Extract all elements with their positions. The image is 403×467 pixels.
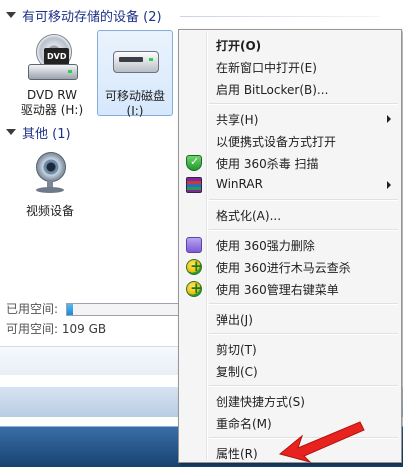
menu-separator <box>209 103 398 105</box>
menu-item-label: 以便携式设备方式打开 <box>216 135 337 149</box>
status-free: 可用空间: 109 GB <box>6 320 206 337</box>
menu-item-label: 在新窗口中打开(E) <box>216 61 317 75</box>
menu-separator <box>209 199 398 201</box>
webcam-icon <box>20 150 80 202</box>
menu-item[interactable]: 剪切(T) <box>181 338 399 360</box>
drive-dvd-rw[interactable]: DVD DVD RW 驱动器 (H:) <box>14 30 90 117</box>
menu-item-label: 复制(C) <box>216 365 258 379</box>
menu-item-label: 使用 360进行木马云查杀 <box>216 261 351 275</box>
menu-separator <box>209 333 398 335</box>
drive-sub: 驱动器 (H:) <box>20 103 84 117</box>
menu-item-label: 共享(H) <box>216 113 259 127</box>
status-used: 已用空间: <box>6 300 206 317</box>
group-divider <box>180 16 380 17</box>
menu-separator <box>209 385 398 387</box>
menu-item-label: 弹出(J) <box>216 313 253 327</box>
menu-item[interactable]: 使用 360强力删除 <box>181 234 399 256</box>
device-webcam[interactable]: 视频设备 <box>12 146 88 218</box>
menu-item[interactable]: 打开(O) <box>181 34 399 56</box>
free-value: 109 GB <box>61 322 107 336</box>
menu-separator <box>209 229 398 231</box>
winrar-icon <box>186 177 202 193</box>
dvd-drive-icon: DVD <box>22 34 82 86</box>
submenu-arrow-icon <box>387 181 391 189</box>
details-strip <box>0 346 185 375</box>
menu-item[interactable]: 在新窗口中打开(E) <box>181 56 399 78</box>
group-title: 其他 (1) <box>22 126 71 142</box>
menu-item-label: 剪切(T) <box>216 343 257 357</box>
menu-item[interactable]: 使用 360进行木马云查杀 <box>181 256 399 278</box>
menu-item-label: 格式化(A)... <box>216 209 282 223</box>
menu-item-label: WinRAR <box>216 177 263 191</box>
menu-item-label: 属性(R) <box>216 447 258 461</box>
plus-icon <box>186 257 203 275</box>
menu-separator <box>209 303 398 305</box>
menu-item-label: 使用 360管理右键菜单 <box>216 283 339 297</box>
drive-name: 可移动磁盘 <box>104 89 165 103</box>
menu-item[interactable]: WinRAR <box>181 174 399 196</box>
menu-item-label: 使用 360杀毒 扫描 <box>216 157 319 171</box>
shredder-icon <box>186 237 202 253</box>
plus-icon <box>186 279 203 297</box>
menu-item[interactable]: 格式化(A)... <box>181 204 399 226</box>
context-menu: 打开(O) 在新窗口中打开(E) 启用 BitLocker(B)... 共享(H) 以便… <box>178 29 402 463</box>
menu-item-label: 使用 360强力删除 <box>216 239 315 253</box>
group-title: 有可移动存储的设备 (2) <box>22 9 162 25</box>
collapse-triangle-icon[interactable] <box>6 129 16 135</box>
dvd-badge: DVD <box>44 48 70 65</box>
used-label: 已用空间: <box>6 302 59 316</box>
menu-item[interactable]: 以便携式设备方式打开 <box>181 130 399 152</box>
group-header-other[interactable]: 其他 (1) <box>0 123 71 142</box>
drive-sub: (I:) <box>126 104 144 118</box>
menu-item-label: 打开(O) <box>216 39 262 53</box>
menu-item-label: 创建快捷方式(S) <box>216 395 305 409</box>
used-space-fill <box>66 304 74 315</box>
submenu-arrow-icon <box>387 115 391 123</box>
menu-item-label: 重命名(M) <box>216 417 272 431</box>
removable-disk-icon <box>105 35 165 87</box>
collapse-triangle-icon[interactable] <box>6 12 16 18</box>
menu-item[interactable]: 创建快捷方式(S) <box>181 390 399 412</box>
menu-item[interactable]: 启用 BitLocker(B)... <box>181 78 399 100</box>
menu-item-label: 启用 BitLocker(B)... <box>216 83 329 97</box>
menu-item[interactable]: 使用 360杀毒 扫描 <box>181 152 399 174</box>
menu-item[interactable]: 复制(C) <box>181 360 399 382</box>
menu-item[interactable]: 弹出(J) <box>181 308 399 330</box>
menu-item[interactable]: 使用 360管理右键菜单 <box>181 278 399 300</box>
menu-item[interactable]: 共享(H) <box>181 108 399 130</box>
shield-icon <box>186 155 202 171</box>
group-header-removable[interactable]: 有可移动存储的设备 (2) <box>0 6 162 25</box>
drive-removable-disk[interactable]: 可移动磁盘 (I:) <box>97 30 173 118</box>
device-name: 视频设备 <box>25 204 74 218</box>
drive-name: DVD RW <box>26 88 77 102</box>
free-label: 可用空间: <box>6 322 59 336</box>
annotation-arrow-icon <box>278 421 365 463</box>
